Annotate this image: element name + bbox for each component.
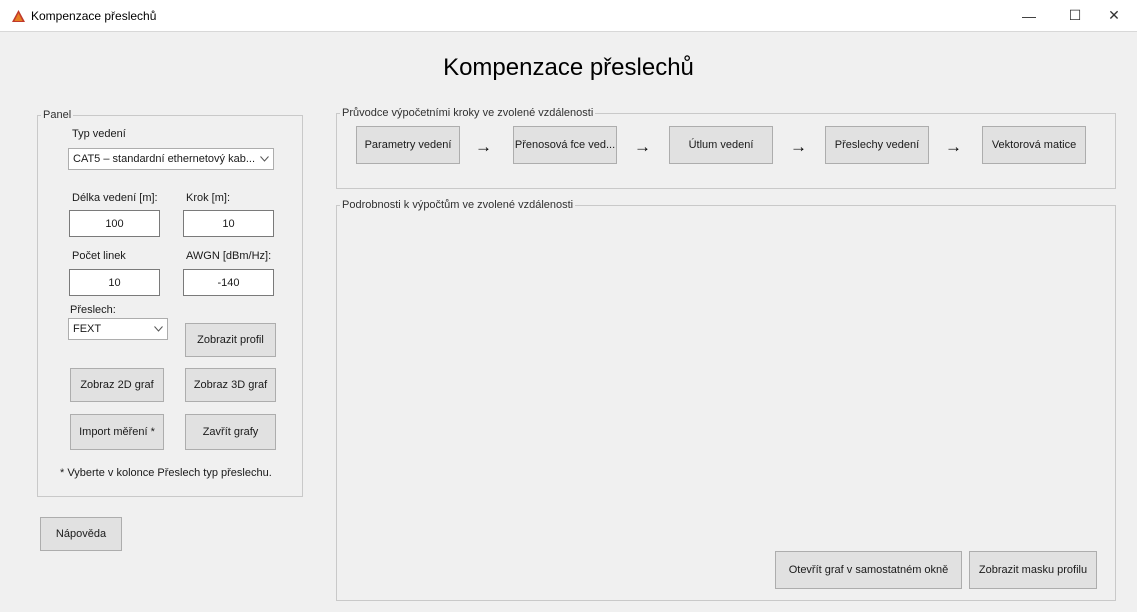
arrow-right-icon: →: [790, 137, 807, 156]
arrow-right-icon: →: [475, 137, 492, 156]
crosstalk-value: FEXT: [73, 323, 102, 335]
window-title: Kompenzace přeslechů: [31, 9, 157, 23]
matlab-icon: [12, 10, 25, 22]
plot-3d-button[interactable]: Zobraz 3D graf: [185, 368, 276, 402]
lines-label: Počet linek: [72, 250, 126, 262]
details-legend: Podrobnosti k výpočtům ve zvolené vzdále…: [342, 199, 574, 211]
awgn-input[interactable]: -140: [183, 269, 274, 296]
details-group: Podrobnosti k výpočtům ve zvolené vzdále…: [336, 199, 1116, 601]
chevron-down-icon: [256, 149, 273, 169]
crosstalk-label: Přeslech:: [70, 304, 116, 316]
length-input[interactable]: 100: [69, 210, 160, 237]
crosstalk-select[interactable]: FEXT: [68, 318, 168, 340]
step-attenuation-button[interactable]: Útlum vedení: [669, 126, 773, 164]
minimize-button[interactable]: —: [1006, 0, 1052, 31]
show-profile-button[interactable]: Zobrazit profil: [185, 323, 276, 357]
crosstalk-footnote: * Vyberte v kolonce Přeslech typ přeslec…: [60, 467, 272, 479]
open-plot-window-button[interactable]: Otevřít graf v samostatném okně: [775, 551, 962, 589]
title-bar[interactable]: Kompenzace přeslechů — ☐ ✕: [0, 0, 1137, 32]
step-vector-matrix-button[interactable]: Vektorová matice: [982, 126, 1086, 164]
close-plots-button[interactable]: Zavřít grafy: [185, 414, 276, 450]
page-title: Kompenzace přeslechů: [443, 54, 694, 81]
step-transfer-function-button[interactable]: Přenosová fce ved...: [513, 126, 617, 164]
line-type-select[interactable]: CAT5 – standardní ethernetový kab...: [68, 148, 274, 170]
chevron-down-icon: [150, 319, 167, 339]
help-button[interactable]: Nápověda: [40, 517, 122, 551]
panel-legend: Panel: [43, 109, 72, 121]
step-input[interactable]: 10: [183, 210, 274, 237]
length-label: Délka vedení [m]:: [72, 192, 158, 204]
import-measurement-button[interactable]: Import měření *: [70, 414, 164, 450]
show-profile-mask-button[interactable]: Zobrazit masku profilu: [969, 551, 1097, 589]
step-label: Krok [m]:: [186, 192, 231, 204]
maximize-icon: ☐: [1068, 7, 1082, 23]
lines-input[interactable]: 10: [69, 269, 160, 296]
arrow-right-icon: →: [945, 137, 962, 156]
step-crosstalk-button[interactable]: Přeslechy vedení: [825, 126, 929, 164]
step-line-parameters-button[interactable]: Parametry vedení: [356, 126, 460, 164]
awgn-label: AWGN [dBm/Hz]:: [186, 250, 272, 262]
plot-2d-button[interactable]: Zobraz 2D graf: [70, 368, 164, 402]
guide-legend: Průvodce výpočetními kroky ve zvolené vz…: [342, 107, 594, 119]
close-button[interactable]: ✕: [1091, 0, 1137, 31]
close-icon: ✕: [1108, 7, 1120, 23]
arrow-right-icon: →: [634, 137, 651, 156]
line-type-value: CAT5 – standardní ethernetový kab...: [73, 153, 255, 165]
line-type-label: Typ vedení: [72, 128, 126, 140]
minimize-icon: —: [1022, 7, 1036, 24]
